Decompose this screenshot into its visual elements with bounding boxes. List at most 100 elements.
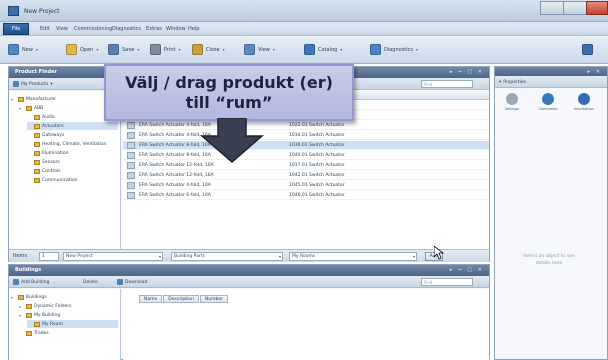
table-row[interactable]: ERA Switch Actuator 8-fold, 16A 1040.01 S… (123, 151, 489, 160)
save-button[interactable]: Save ▾ (104, 41, 143, 58)
download-button[interactable]: Download (117, 278, 147, 286)
tree-item[interactable]: Communication (27, 176, 118, 184)
toolbar-label: Open (80, 46, 94, 53)
add-building-button[interactable]: Add Building (13, 278, 49, 286)
folder-icon (26, 105, 32, 111)
tree-item[interactable]: Gateways (27, 131, 118, 139)
menu-item-commissioning[interactable]: Commissioning (74, 26, 112, 32)
menu-item-extras[interactable]: Extras (146, 26, 162, 32)
maximize-button[interactable] (563, 1, 587, 15)
delete-button[interactable]: Delete (83, 278, 98, 286)
table-row[interactable]: ERA Switch Actuator 12-fold, 10A 1037.01 … (123, 161, 489, 170)
building-parts-combo[interactable]: Building Parts ▾ (171, 252, 283, 261)
column-tab[interactable]: Number (199, 295, 228, 303)
menu-item-edit[interactable]: Edit (40, 26, 50, 32)
catalog-button[interactable]: Catalog ▾ (300, 41, 346, 58)
print-icon (150, 44, 161, 55)
buildings-search-input[interactable]: Find (421, 278, 473, 286)
table-row[interactable]: ERA Switch Actuator 4-fold, 10A 1045.01 S… (123, 181, 489, 190)
properties-tab-information[interactable]: Information (571, 93, 597, 119)
tree-item[interactable]: ▾ My Building (19, 311, 118, 319)
properties-tab-settings[interactable]: Settings (499, 93, 525, 119)
folder-icon (26, 330, 32, 336)
cell-description: 1046.01 Switch Actuator (289, 193, 345, 198)
folder-icon (34, 123, 40, 129)
table-row[interactable]: ERA Switch Actuator 6-fold, 10A 1046.01 S… (123, 191, 489, 200)
tree-item-label: Gateways (42, 132, 65, 138)
minimize-button[interactable] (540, 1, 564, 15)
expander-icon[interactable]: ▸ (19, 304, 24, 309)
panel-controls[interactable]: ▸ ✕ (588, 69, 602, 75)
tree-item-label: Communication (42, 177, 78, 183)
callout-line-1: Välj / drag produkt (er) (125, 72, 333, 92)
tree-item-label: ABB (34, 105, 44, 111)
toolbar-label: View (258, 46, 270, 53)
tree-item-label: Sensors (42, 159, 60, 165)
tree-item[interactable]: Illumination (27, 149, 118, 157)
print-button[interactable]: Print ▾ (146, 41, 185, 58)
chevron-down-icon: ▾ (416, 47, 419, 52)
product-icon (127, 192, 135, 199)
items-count-field[interactable]: 1 (39, 252, 59, 261)
tree-item[interactable]: My Room (27, 320, 118, 328)
properties-tab-comments[interactable]: Comments (535, 93, 561, 119)
close-button[interactable]: Close ▾ (188, 41, 229, 58)
help-button[interactable] (578, 41, 597, 58)
diagnostics-button[interactable]: Diagnostics ▾ (366, 41, 422, 58)
file-menu-button[interactable]: File (3, 23, 29, 35)
tab-label: Information (573, 107, 595, 111)
table-row[interactable]: ERA Switch Actuator 12-fold, 16A 1042.01 … (123, 171, 489, 180)
menu-item-help[interactable]: Help (188, 26, 199, 32)
chevron-down-icon: ▾ (158, 254, 161, 259)
table-row[interactable]: ERA Switch Actuator 4-fold, 16A 1034.01 S… (123, 131, 489, 140)
column-tab[interactable]: Description (163, 295, 199, 303)
expander-icon[interactable]: ▾ (19, 106, 24, 111)
products-search-input[interactable]: Find (421, 80, 473, 88)
folder-icon (34, 159, 40, 165)
app-icon (8, 6, 19, 16)
column-tab[interactable]: Name (139, 295, 163, 303)
view-button[interactable]: View ▾ (240, 41, 279, 58)
close-window-button[interactable] (586, 1, 608, 15)
product-icon (127, 132, 135, 139)
tree-item[interactable]: Trades (19, 329, 118, 337)
close-doc-icon (192, 44, 203, 55)
table-row[interactable]: ERA Switch Actuator 4-fold, 16A 1022.01 S… (123, 121, 489, 130)
menu-item-window[interactable]: Window (166, 26, 186, 32)
toolbar-label: Print (164, 46, 176, 53)
tree-item[interactable]: Heating, Climate, Ventilation (27, 140, 118, 148)
expander-icon[interactable]: ▾ (19, 313, 24, 318)
items-label: Items (13, 253, 27, 259)
my-products-button[interactable]: My Products ▾ (13, 80, 53, 88)
chevron-down-icon: ▾ (178, 47, 181, 52)
tree-item[interactable]: Actuators (27, 122, 118, 130)
tree-item[interactable]: ▾ Manufacturer (11, 95, 118, 103)
menu-item-diagnostics[interactable]: Diagnostics (112, 26, 141, 32)
cell-description: 1022.01 Switch Actuator (289, 123, 345, 128)
toolbar-label: New (22, 46, 33, 53)
menu-item-view[interactable]: View (56, 26, 68, 32)
panel-controls[interactable]: ▸ ‒ □ ✕ (450, 267, 484, 273)
expander-icon[interactable]: ▾ (11, 97, 16, 102)
properties-header: ▾ Properties (495, 76, 607, 88)
chevron-down-icon: ▾ (340, 47, 343, 52)
panel-controls[interactable]: ▸ ‒ □ ✕ (450, 69, 484, 75)
tree-item[interactable]: ▸ Dynamic Folders (19, 302, 118, 310)
callout-arrow (200, 118, 265, 163)
project-combo[interactable]: New Project ▾ (63, 252, 163, 261)
cell-description: 1040.01 Switch Actuator (289, 153, 345, 158)
new-button[interactable]: New ▾ (4, 41, 42, 58)
rooms-combo[interactable]: My Rooms ▾ (289, 252, 417, 261)
expander-icon[interactable]: ▾ (11, 295, 16, 300)
table-row[interactable]: ERA Switch Actuator 8-fold, 10A 1036.01 S… (123, 141, 489, 150)
open-button[interactable]: Open ▾ (62, 41, 102, 58)
tree-item[interactable]: Controls (27, 167, 118, 175)
building-tabs: Name Description Number (139, 295, 228, 303)
product-add-bar: Items 1 New Project ▾ Building Parts ▾ M… (9, 249, 489, 262)
chevron-down-icon: ▾ (222, 47, 225, 52)
chevron-down-icon: ▾ (278, 254, 281, 259)
tree-item-label: My Room (42, 321, 63, 327)
folder-icon (34, 177, 40, 183)
tree-item[interactable]: Sensors (27, 158, 118, 166)
tree-item[interactable]: ▾ Buildings (11, 293, 118, 301)
